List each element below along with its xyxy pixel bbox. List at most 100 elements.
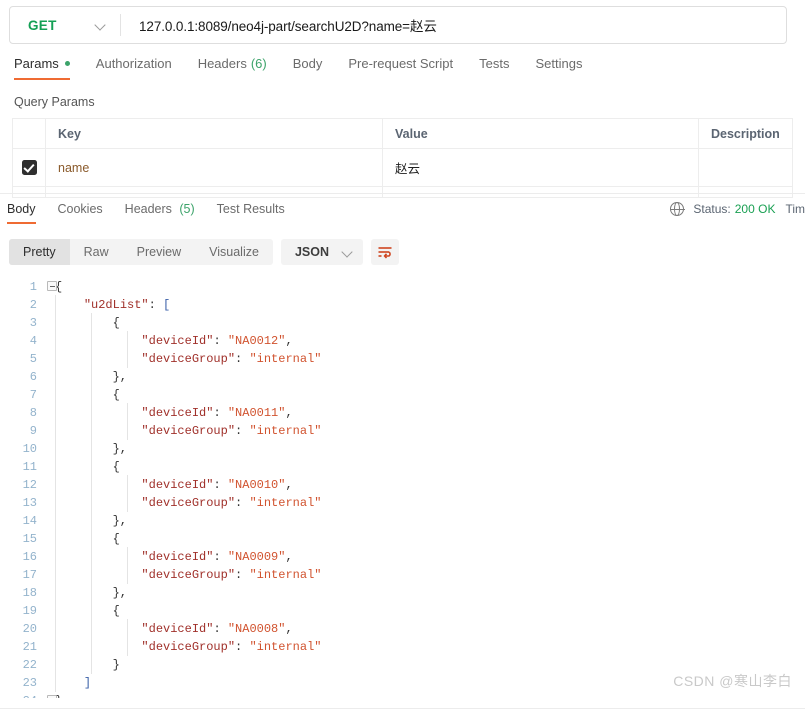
json-line-content[interactable]: "deviceGroup": "internal" bbox=[46, 493, 805, 512]
response-view-toolbar: Pretty Raw Preview Visualize JSON bbox=[9, 239, 399, 265]
json-line-content[interactable]: "deviceGroup": "internal" bbox=[46, 421, 805, 440]
json-line: 5 "deviceGroup": "internal" bbox=[0, 349, 805, 368]
json-token: "deviceId" bbox=[141, 622, 214, 636]
request-tab-pre-request-script[interactable]: Pre-request Script bbox=[348, 56, 453, 80]
json-line-content[interactable]: "deviceGroup": "internal" bbox=[46, 637, 805, 656]
json-line-content[interactable]: "deviceId": "NA0010", bbox=[46, 475, 805, 494]
table-row[interactable]: name 赵云 bbox=[13, 149, 792, 187]
http-method-select[interactable]: GET bbox=[10, 7, 120, 43]
view-mode-visualize[interactable]: Visualize bbox=[195, 239, 273, 265]
json-tokens: { bbox=[55, 532, 120, 546]
indent-guide bbox=[91, 655, 92, 674]
status-badge: 200 OK bbox=[734, 202, 776, 216]
empty-row-description-cell[interactable] bbox=[699, 187, 792, 197]
tab-count-badge: (6) bbox=[250, 56, 267, 71]
json-token: "deviceGroup" bbox=[141, 352, 236, 366]
request-tab-params[interactable]: Params bbox=[14, 56, 70, 80]
indent-guide bbox=[55, 601, 56, 620]
request-tab-body[interactable]: Body bbox=[293, 56, 323, 80]
row-value-cell[interactable]: 赵云 bbox=[383, 149, 699, 186]
code-fold-icon[interactable] bbox=[47, 695, 57, 698]
view-mode-raw[interactable]: Raw bbox=[70, 239, 123, 265]
line-number: 11 bbox=[22, 460, 37, 474]
json-tokens: { bbox=[55, 388, 120, 402]
json-tokens: { bbox=[55, 460, 120, 474]
empty-row-key-cell[interactable] bbox=[46, 187, 383, 197]
json-line-content[interactable]: "deviceGroup": "internal" bbox=[46, 349, 805, 368]
json-line: 1{ bbox=[0, 278, 805, 296]
json-line-content[interactable]: "u2dList": [ bbox=[46, 295, 805, 314]
json-token: , bbox=[285, 550, 293, 564]
json-token: : bbox=[235, 424, 250, 438]
response-tab-test-results[interactable]: Test Results bbox=[217, 202, 285, 224]
json-line-content[interactable]: }, bbox=[46, 583, 805, 602]
modified-dot-icon bbox=[64, 61, 70, 66]
line-number: 14 bbox=[22, 514, 37, 528]
indent-guide bbox=[91, 601, 92, 620]
query-params-table: Key Value Description name 赵云 bbox=[12, 118, 793, 198]
header-cell-description: Description bbox=[711, 126, 780, 141]
line-number: 12 bbox=[22, 478, 37, 492]
json-line-content[interactable]: "deviceId": "NA0009", bbox=[46, 547, 805, 566]
line-number: 22 bbox=[22, 658, 37, 672]
row-key-cell[interactable]: name bbox=[46, 149, 383, 186]
row-checkbox-cell[interactable] bbox=[13, 149, 46, 186]
indent-guide bbox=[91, 493, 92, 512]
empty-row-value-cell[interactable] bbox=[383, 187, 699, 197]
tab-label: Settings bbox=[535, 56, 583, 71]
line-number: 6 bbox=[29, 370, 37, 384]
json-tokens: "deviceGroup": "internal" bbox=[55, 568, 321, 582]
json-token: "NA0009" bbox=[227, 550, 286, 564]
param-value-text: 赵云 bbox=[395, 162, 421, 176]
json-line-content[interactable]: { bbox=[46, 529, 805, 548]
json-line-content[interactable]: }, bbox=[46, 367, 805, 386]
line-number: 18 bbox=[22, 586, 37, 600]
json-token: : bbox=[235, 496, 250, 510]
line-number: 8 bbox=[29, 406, 37, 420]
json-line-content[interactable]: "deviceGroup": "internal" bbox=[46, 565, 805, 584]
json-line-content[interactable]: "deviceId": "NA0008", bbox=[46, 619, 805, 638]
request-url-input[interactable]: 127.0.0.1:8089/neo4j-part/searchU2D?name… bbox=[121, 7, 786, 43]
response-body-json-viewer[interactable]: 1{2 "u2dList": [3 {4 "deviceId": "NA0012… bbox=[0, 278, 805, 698]
json-line-content[interactable]: }, bbox=[46, 511, 805, 530]
code-fold-icon[interactable] bbox=[47, 281, 57, 291]
json-line-content[interactable]: "deviceId": "NA0011", bbox=[46, 403, 805, 422]
line-number: 15 bbox=[22, 532, 37, 546]
json-line-content[interactable]: { bbox=[46, 313, 805, 332]
indent-guide bbox=[91, 313, 92, 332]
row-description-cell[interactable] bbox=[699, 149, 792, 186]
indent-guide bbox=[55, 547, 56, 566]
request-tab-settings[interactable]: Settings bbox=[535, 56, 582, 80]
json-token: : bbox=[235, 568, 250, 582]
json-token: { bbox=[112, 388, 120, 402]
response-tab-headers[interactable]: Headers (5) bbox=[125, 202, 195, 224]
response-format-select[interactable]: JSON bbox=[280, 239, 363, 265]
json-line-content[interactable]: "deviceId": "NA0012", bbox=[46, 331, 805, 350]
view-mode-preview[interactable]: Preview bbox=[123, 239, 195, 265]
param-enabled-checkbox[interactable] bbox=[21, 160, 37, 175]
request-tab-tests[interactable]: Tests bbox=[479, 56, 509, 80]
response-tab-body[interactable]: Body bbox=[7, 202, 36, 224]
view-mode-pretty[interactable]: Pretty bbox=[9, 239, 70, 265]
json-line-content[interactable]: { bbox=[46, 278, 805, 296]
request-tab-headers[interactable]: Headers (6) bbox=[198, 56, 267, 80]
response-tab-cookies[interactable]: Cookies bbox=[58, 202, 103, 224]
tab-label: Authorization bbox=[95, 56, 172, 71]
indent-guide bbox=[55, 493, 56, 512]
json-line-content[interactable]: }, bbox=[46, 439, 805, 458]
tab-label: Body bbox=[292, 56, 323, 71]
indent-guide bbox=[91, 421, 92, 440]
indent-guide bbox=[91, 367, 92, 386]
query-params-heading: Query Params bbox=[14, 95, 95, 109]
json-line-content[interactable]: { bbox=[46, 601, 805, 620]
json-token: : bbox=[213, 334, 228, 348]
tab-label: Params bbox=[14, 56, 59, 71]
json-token: { bbox=[112, 316, 120, 330]
json-token: "deviceId" bbox=[141, 334, 214, 348]
request-tab-authorization[interactable]: Authorization bbox=[96, 56, 172, 80]
json-line-content[interactable]: { bbox=[46, 385, 805, 404]
word-wrap-button[interactable] bbox=[371, 239, 399, 265]
json-line-content[interactable]: } bbox=[46, 692, 805, 698]
json-line: 13 "deviceGroup": "internal" bbox=[0, 493, 805, 512]
json-line-content[interactable]: { bbox=[46, 457, 805, 476]
